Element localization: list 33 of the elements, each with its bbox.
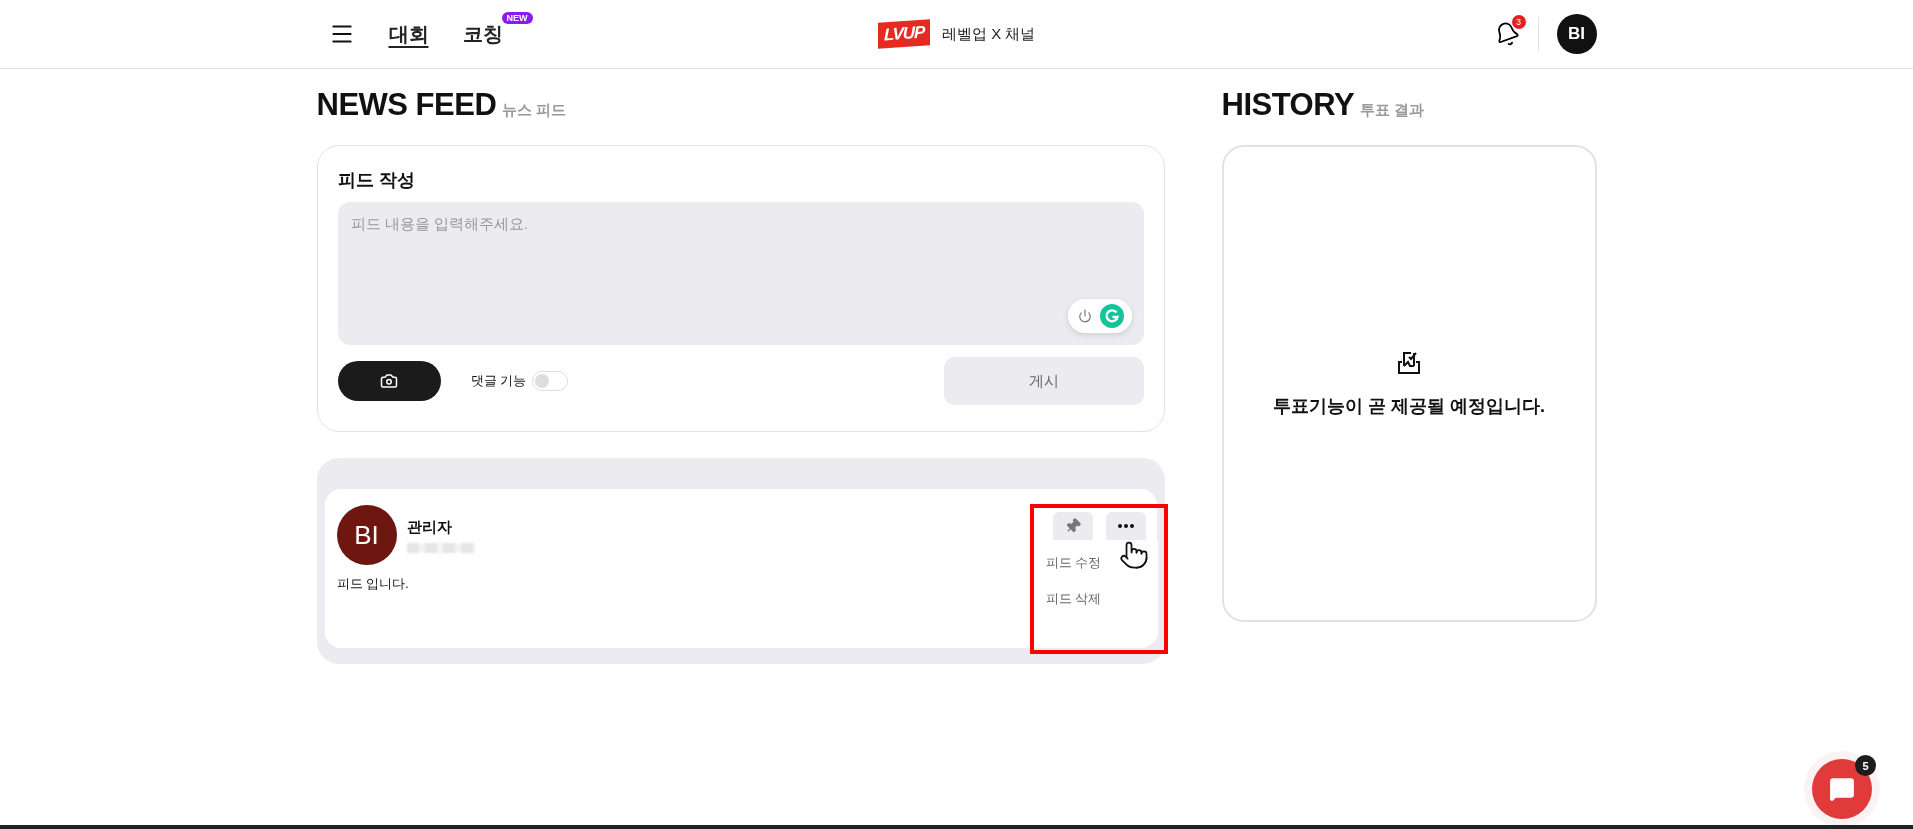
comment-toggle[interactable] [532,371,569,391]
grammar-icon[interactable] [1099,304,1124,328]
user-avatar[interactable]: BI [1556,14,1597,54]
section-subtitle: 뉴스 피드 [502,101,567,120]
power-icon[interactable] [1077,309,1092,323]
section-subtitle: 투표 결과 [1360,101,1425,120]
pin-button[interactable] [1052,512,1093,540]
more-button[interactable] [1105,512,1146,540]
section-title: HISTORY [1221,87,1355,123]
more-icon [1117,524,1134,528]
channel-name: 레벨업 X 채널 [942,24,1036,44]
section-title: NEWS FEED [316,87,497,123]
author-avatar: BI [336,505,397,565]
composer-title: 피드 작성 [337,169,416,192]
notification-count: 3 [1511,15,1526,29]
chat-icon [1829,776,1855,802]
toggle-label: 댓글 기능 [470,372,527,390]
menu-item[interactable]: 피드 수정 [1045,554,1158,572]
chat-badge: 5 [1855,755,1876,776]
photo-button[interactable] [337,361,441,401]
logo[interactable]: LVUP [877,19,931,49]
blurred-date [406,542,475,553]
post-content: 피드 입니다. [336,575,410,593]
empty-message: 투표기능이 곧 제공될 예정입니다. [1273,394,1545,418]
grammar-widget[interactable] [1067,299,1132,333]
camera-icon [380,372,398,390]
new-badge: NEW [501,11,533,24]
nav-link[interactable]: 대회 [388,20,429,48]
menu-item[interactable]: 피드 삭제 [1045,590,1158,608]
ballot-box-icon [1396,349,1422,376]
author-name: 관리자 [406,517,453,537]
nav-link[interactable]: 코칭 [462,20,503,48]
post-button[interactable]: 게시 [943,357,1144,405]
